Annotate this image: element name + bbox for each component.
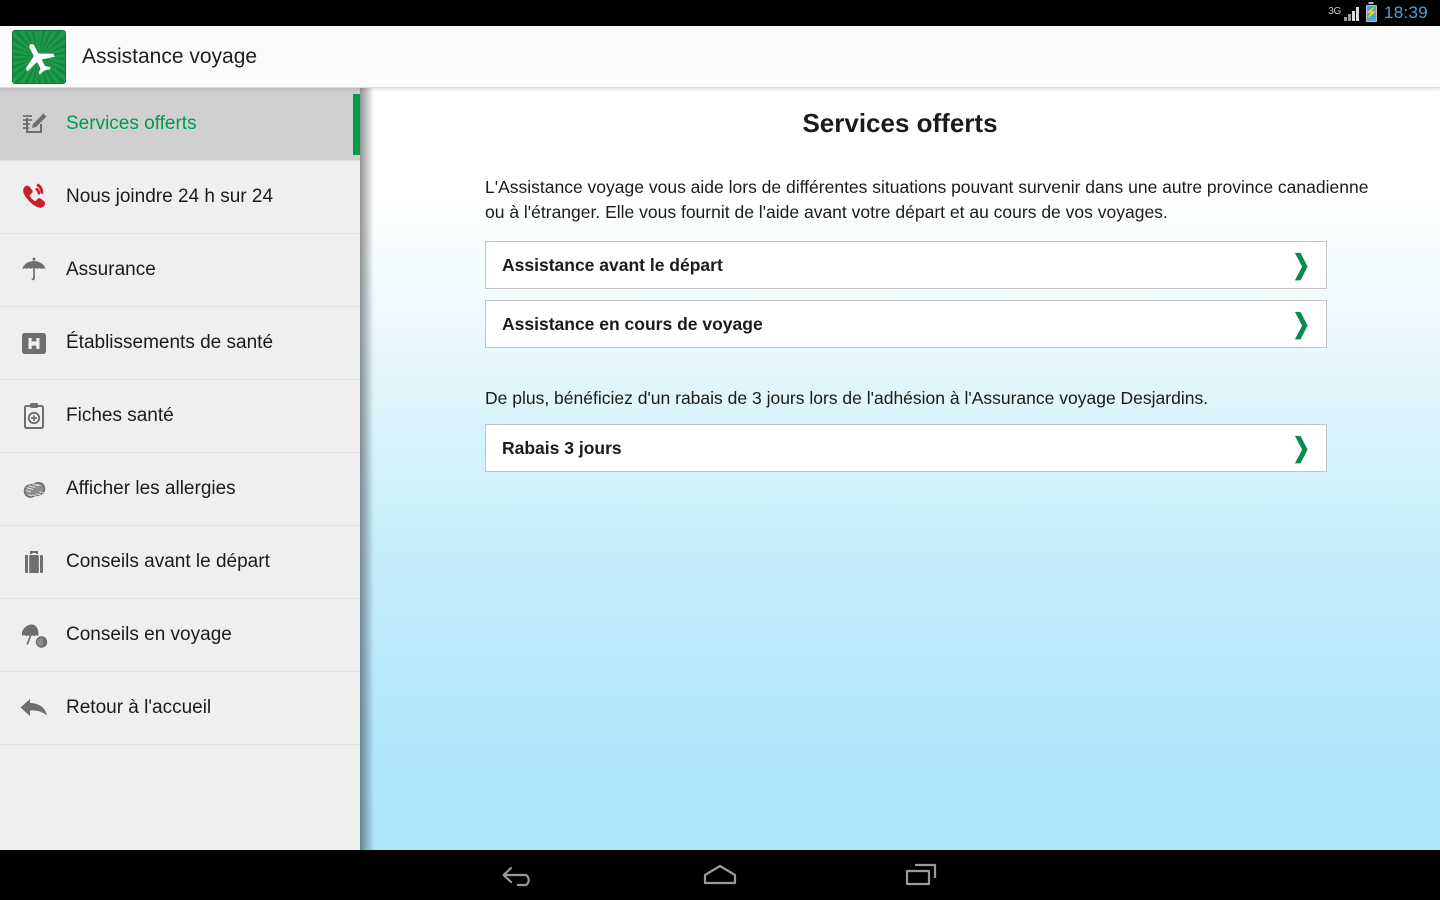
sidebar-item-label: Établissements de santé	[66, 332, 274, 353]
intro-paragraph: L'Assistance voyage vous aide lors de di…	[485, 177, 1369, 222]
back-nav-icon[interactable]	[490, 855, 550, 895]
back-arrow-icon	[12, 688, 56, 728]
card-assistance-en-cours-de-voyage[interactable]: Assistance en cours de voyage ❯	[485, 300, 1327, 348]
sidebar-item-conseils-en-voyage[interactable]: Conseils en voyage	[0, 599, 360, 672]
hospital-icon	[12, 323, 56, 363]
network-type-label: 3G	[1328, 6, 1341, 17]
sidebar-item-services-offerts[interactable]: Services offerts	[0, 88, 360, 161]
sidebar-item-label: Afficher les allergies	[66, 478, 236, 499]
peanut-icon	[12, 469, 56, 509]
sidebar-item-fiches-sante[interactable]: Fiches santé	[0, 380, 360, 453]
card-label: Assistance en cours de voyage	[502, 313, 763, 334]
main-content: Services offerts L'Assistance voyage vou…	[360, 88, 1440, 850]
status-bar: 3G ⚡ 18:39	[0, 0, 1440, 26]
sidebar-item-retour-a-l-accueil[interactable]: Retour à l'accueil	[0, 672, 360, 745]
signal-bars-icon	[1343, 6, 1359, 21]
clock-label: 18:39	[1383, 3, 1428, 22]
card-assistance-avant-le-depart[interactable]: Assistance avant le départ ❯	[485, 241, 1327, 289]
sidebar-item-nous-joindre[interactable]: Nous joindre 24 h sur 24	[0, 161, 360, 234]
phone-ringing-icon	[12, 177, 56, 217]
sidebar-item-conseils-avant-le-depart[interactable]: Conseils avant le départ	[0, 526, 360, 599]
card-label: Assistance avant le départ	[502, 254, 723, 275]
home-nav-icon[interactable]	[690, 855, 750, 895]
promo-paragraph: De plus, bénéficiez d'un rabais de 3 jou…	[485, 388, 1209, 408]
suitcase-icon	[12, 542, 56, 582]
card-rabais-3-jours[interactable]: Rabais 3 jours ❯	[485, 424, 1327, 472]
app-bar: Assistance voyage	[0, 26, 1440, 88]
card-label: Rabais 3 jours	[502, 437, 622, 458]
chevron-right-icon[interactable]: ❯	[1292, 435, 1310, 461]
chevron-right-icon[interactable]: ❯	[1292, 252, 1310, 278]
sidebar-item-label: Conseils avant le départ	[66, 551, 270, 572]
sidebar-item-label: Conseils en voyage	[66, 624, 232, 645]
sidebar-item-etablissements-de-sante[interactable]: Établissements de santé	[0, 307, 360, 380]
sidebar-navigation: Services offerts Nous joindre 24 h sur 2…	[0, 88, 360, 850]
sidebar-item-afficher-les-allergies[interactable]: Afficher les allergies	[0, 453, 360, 526]
clipboard-plus-icon	[12, 396, 56, 436]
sidebar-item-label: Assurance	[66, 259, 156, 280]
assistance-card-list: Assistance avant le départ ❯ Assistance …	[360, 241, 1440, 348]
document-pencil-icon	[12, 104, 56, 144]
page-title: Services offerts	[802, 108, 998, 138]
app-title: Assistance voyage	[82, 44, 258, 68]
sidebar-item-label: Nous joindre 24 h sur 24	[66, 186, 274, 207]
chevron-right-icon[interactable]: ❯	[1292, 311, 1310, 337]
sidebar-item-label: Retour à l'accueil	[66, 697, 212, 718]
status-bar-right: 3G ⚡ 18:39	[1328, 3, 1428, 23]
battery-charging-icon: ⚡	[1365, 4, 1378, 22]
promo-card-list: Rabais 3 jours ❯	[360, 424, 1440, 472]
recents-nav-icon[interactable]	[890, 855, 950, 895]
sidebar-item-assurance[interactable]: Assurance	[0, 234, 360, 307]
beach-umbrella-icon	[12, 615, 56, 655]
selected-indicator	[353, 94, 360, 155]
sidebar-item-label: Services offerts	[66, 113, 197, 134]
umbrella-icon	[12, 250, 56, 290]
android-navigation-bar	[0, 850, 1440, 900]
sidebar-empty-area	[0, 745, 360, 850]
device-screen: 3G ⚡ 18:39 Assistance voyage Services of…	[0, 0, 1440, 900]
sidebar-item-label: Fiches santé	[66, 405, 174, 426]
airplane-app-icon[interactable]	[12, 29, 66, 84]
